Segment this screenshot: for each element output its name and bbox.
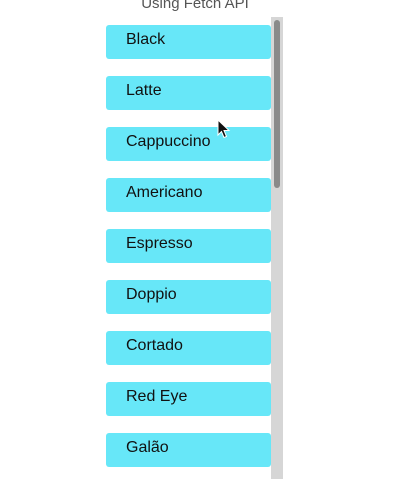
coffee-list: Black Latte Cappuccino Americano Espress… [106,25,271,479]
list-item-cortado[interactable]: Cortado [106,331,271,365]
list-item-red-eye[interactable]: Red Eye [106,382,271,416]
list-item-latte[interactable]: Latte [106,76,271,110]
mouse-pointer-icon [217,119,231,139]
list-item-black[interactable]: Black [106,25,271,59]
scrollbar-thumb[interactable] [274,20,280,188]
scrollbar-track[interactable] [271,17,283,479]
page: Using Fetch API Black Latte Cappuccino A… [0,0,401,479]
list-item-galao[interactable]: Galão [106,433,271,467]
list-item-cappuccino[interactable]: Cappuccino [106,127,271,161]
list-item-espresso[interactable]: Espresso [106,229,271,263]
list-item-doppio[interactable]: Doppio [106,280,271,314]
list-item-americano[interactable]: Americano [106,178,271,212]
page-title: Using Fetch API [141,0,249,12]
